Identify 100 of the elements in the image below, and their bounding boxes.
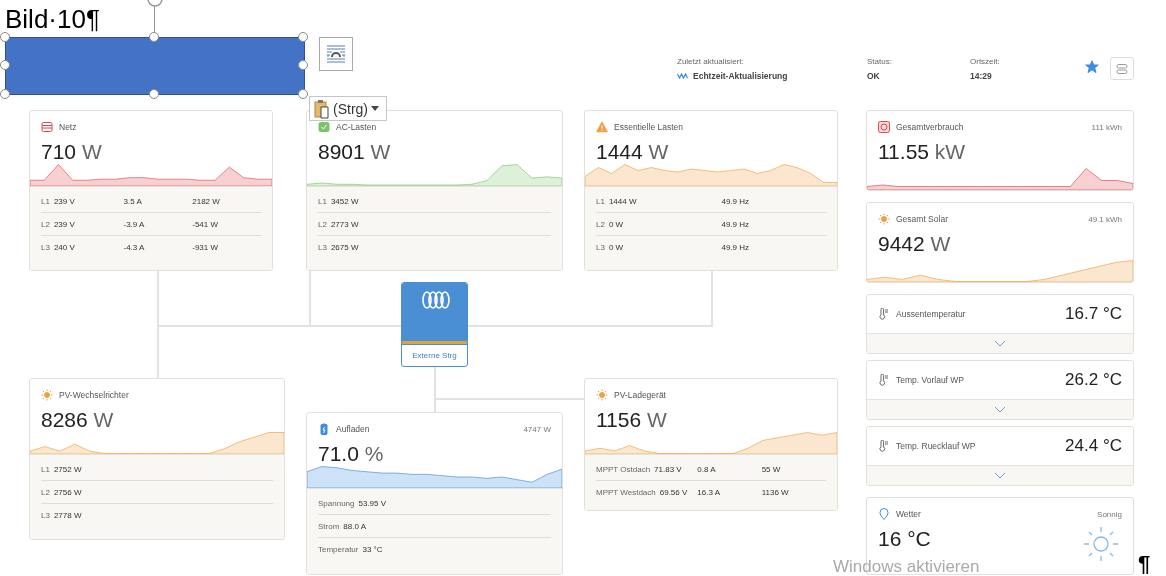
row-value: 239 V (53, 196, 75, 206)
check-icon (318, 121, 330, 133)
clipboard-icon (314, 98, 330, 119)
settings-button[interactable] (1110, 57, 1134, 80)
row-label: L3 (41, 511, 50, 520)
row-value: 3.5 A (123, 196, 142, 206)
row-value: 71.83 V (654, 464, 682, 474)
layout-options-button[interactable] (319, 37, 353, 71)
chevron-icon (994, 406, 1006, 413)
row-value: 2675 W (330, 243, 359, 252)
toggles-icon (1116, 62, 1128, 75)
card-title: Temp. Vorlauf WP (896, 375, 965, 385)
card-value: 710 W (41, 140, 103, 164)
grid-icon (41, 121, 53, 133)
card-value: 9442 W (878, 232, 952, 256)
location-pin-icon (878, 508, 890, 520)
sun-icon (596, 389, 608, 401)
row-label: L3 (596, 243, 605, 252)
resize-handle[interactable] (298, 60, 308, 70)
figure-caption: Bild·10¶ (5, 4, 100, 34)
row-label: MPPT Westdach (596, 488, 656, 497)
row-value: 1444 W (608, 196, 637, 206)
card-title: Aufladen (336, 424, 370, 434)
row-value: 2773 W (330, 219, 359, 229)
row-value: 239 V (53, 219, 75, 229)
resize-handle[interactable] (0, 89, 10, 99)
chevron-icon (994, 472, 1006, 479)
text-wrap-icon (325, 43, 347, 65)
info-value: 14:29 (970, 71, 993, 81)
card-title: PV-Wechselrichter (59, 390, 129, 400)
row-value: 16.3 A (697, 488, 720, 497)
card-value: 8901 W (318, 140, 392, 164)
row-value: -541 W (192, 219, 219, 229)
sensor-value: 26.2 °C (1065, 370, 1122, 390)
info-label: Ortszeit: (970, 57, 1000, 66)
row-value: 1136 W (761, 488, 789, 497)
card-value: 16 °C (878, 527, 931, 552)
paste-options-button[interactable]: (Strg) (309, 96, 387, 121)
row-label: L1 (596, 196, 605, 206)
row-value: 69.56 V (659, 488, 688, 497)
card-title: Essentielle Lasten (614, 122, 683, 132)
row-label: MPPT Ostdach (596, 464, 651, 474)
resize-handle[interactable] (298, 89, 308, 99)
row-value: -931 W (192, 243, 219, 252)
card-title: Gesamtverbrauch (896, 122, 964, 132)
row-value: 53.95 V (358, 498, 387, 508)
resize-handle[interactable] (149, 89, 159, 99)
row-value: 49.9 Hz (721, 196, 750, 206)
thermometer-icon (878, 374, 890, 386)
row-label: L1 (41, 196, 50, 206)
info-value: OK (867, 71, 881, 81)
resize-handle[interactable] (298, 32, 308, 42)
row-value: 88.0 A (343, 521, 367, 531)
row-value: 49.9 Hz (721, 243, 750, 252)
card-total: 49.1 kWh (1088, 214, 1122, 224)
paragraph-mark: ¶ (1138, 552, 1151, 576)
row-label: L3 (41, 243, 50, 252)
row-value: 49.9 Hz (721, 219, 750, 229)
row-value: 0 W (608, 243, 624, 252)
row-label: L2 (41, 219, 50, 229)
row-label: Spannung (318, 498, 355, 508)
warning-icon (596, 121, 608, 133)
thermometer-icon (878, 308, 890, 320)
card-value: 71.0 % (318, 442, 385, 466)
star-icon[interactable] (1085, 60, 1099, 74)
row-label: L2 (41, 487, 50, 497)
card-value: 1444 W (596, 140, 670, 164)
control-node[interactable]: Externe Strg (401, 282, 468, 367)
row-value: 33 °C (362, 545, 383, 554)
resize-handle[interactable] (0, 60, 10, 70)
card-title: Netz (59, 122, 77, 132)
card-value: 11.55 kW (878, 140, 967, 164)
resize-handle[interactable] (149, 32, 159, 42)
sensor-value: 16.7 °C (1065, 304, 1122, 324)
row-value: -3.9 A (123, 219, 145, 229)
card-value: 8286 W (41, 408, 115, 432)
card-title: Temp. Ruecklauf WP (896, 441, 976, 451)
row-value: 2752 W (53, 464, 82, 474)
row-label: L3 (318, 243, 327, 252)
row-label: L2 (596, 219, 605, 229)
expand-toggle[interactable] (867, 334, 1133, 353)
row-value: 0 W (608, 219, 624, 229)
expand-toggle[interactable] (867, 400, 1133, 419)
resize-handle[interactable] (0, 32, 10, 42)
card-title: AC-Lasten (336, 122, 377, 132)
rotate-handle[interactable] (146, 0, 164, 8)
row-value: 0.8 A (697, 464, 716, 474)
info-label: Status: (867, 57, 893, 66)
row-value: 2778 W (53, 511, 82, 520)
row-label: L1 (318, 196, 327, 206)
row-value: 2182 W (192, 196, 220, 206)
card-title: Aussentemperatur (896, 309, 966, 319)
row-label: Temperatur (318, 545, 359, 554)
info-value: Echtzeit-Aktualisierung (693, 71, 788, 81)
weather-condition: Sonnig (1097, 509, 1122, 519)
sensor-value: 24.4 °C (1065, 436, 1122, 456)
expand-toggle[interactable] (867, 466, 1133, 485)
wave-icon (677, 73, 689, 79)
row-label: Strom (318, 521, 340, 531)
info-label: Zuletzt aktualisiert: (677, 57, 745, 66)
